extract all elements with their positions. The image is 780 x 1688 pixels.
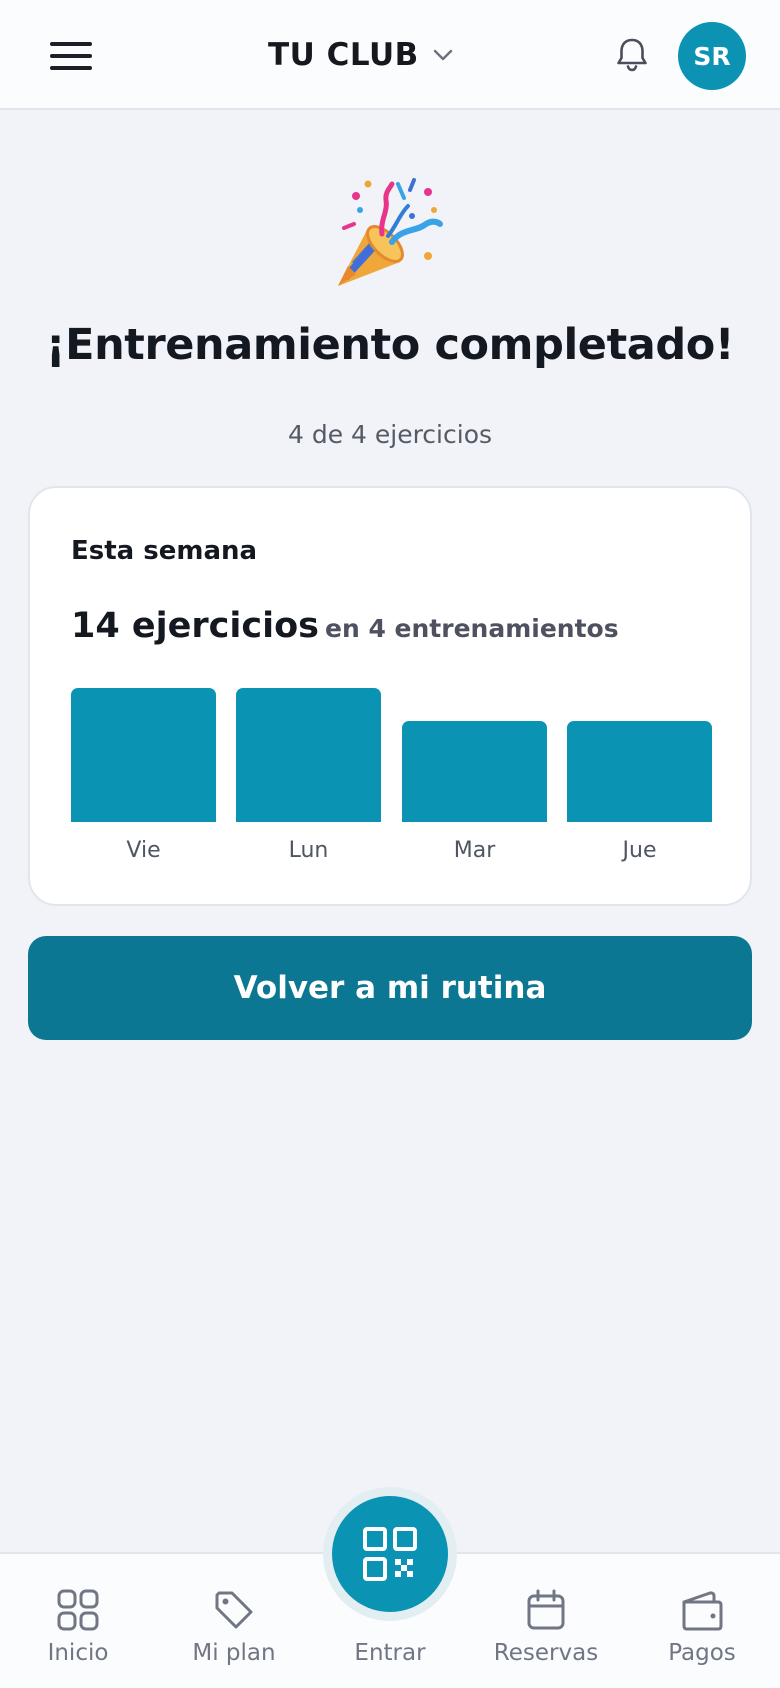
nav-label-reservas: Reservas [493,1640,599,1666]
chart-label-lun: Lun [288,838,329,863]
wallet-icon [682,1591,723,1631]
scan-qr-button[interactable] [332,1496,448,1612]
nav-item-reservas[interactable]: Reservas [468,1554,624,1688]
party-popper-icon [338,178,443,286]
nav-item-inicio[interactable]: Inicio [0,1554,156,1688]
nav-label-entrar: Entrar [354,1640,426,1666]
weekly-summary-card: Esta semana 14 ejercicios en 4 entrenamie… [28,486,752,906]
back-to-routine-label: Volver a mi rutina [233,970,547,1006]
weekly-stat: 14 ejercicios en 4 entrenamientos [71,606,619,646]
app-header: TU CLUB SR [0,0,780,110]
nav-item-mi-plan[interactable]: Mi plan [156,1554,312,1688]
chart-bar-mar [402,721,547,822]
nav-label-pagos: Pagos [668,1640,736,1666]
user-avatar[interactable]: SR [678,22,746,90]
weekly-bar-chart [71,688,712,822]
chart-bar-vie [71,688,216,822]
club-selector[interactable]: TU CLUB [268,32,453,78]
workout-count: en 4 entrenamientos [325,614,619,643]
chart-label-vie: Vie [126,838,161,863]
calendar-icon [527,1589,565,1630]
chart-bar-lun [236,688,381,822]
exercise-count: 14 ejercicios [71,606,319,646]
completion-title: ¡Entrenamiento completado! [45,320,735,370]
grid-icon [57,1589,99,1631]
nav-label-inicio: Inicio [47,1640,109,1666]
chart-label-mar: Mar [453,838,496,863]
card-label: Esta semana [71,536,258,566]
tag-icon [215,1591,253,1629]
nav-item-pagos[interactable]: Pagos [624,1554,780,1688]
chart-bar-jue [567,721,712,822]
chart-label-jue: Jue [622,838,657,863]
exercises-progress: 4 de 4 ejercicios [287,420,493,449]
hamburger-menu-icon[interactable] [50,40,92,72]
back-to-routine-button[interactable]: Volver a mi rutina [28,936,752,1040]
bell-icon[interactable] [612,34,652,74]
qr-code-icon [363,1527,417,1581]
nav-label-mi-plan: Mi plan [192,1640,276,1666]
club-title: TU CLUB [268,37,419,73]
chevron-down-icon [433,49,453,61]
bar-labels: Vie Lun Mar Jue [71,838,712,872]
